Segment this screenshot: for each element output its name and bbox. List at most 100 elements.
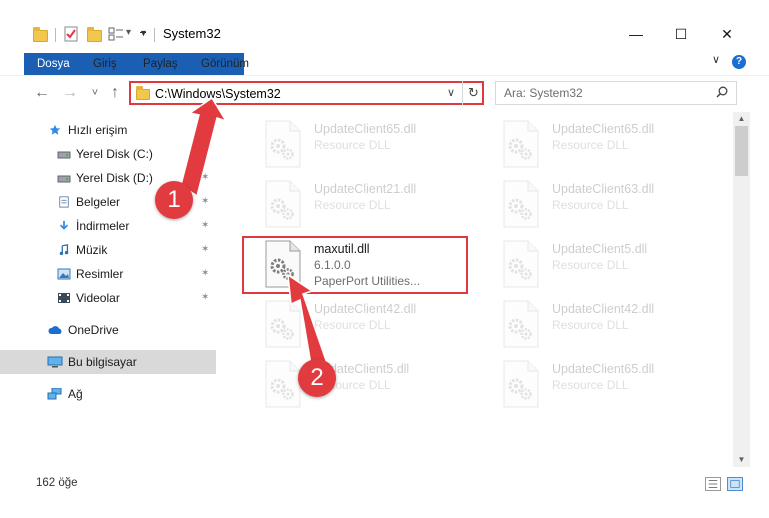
drive-icon	[57, 151, 71, 159]
close-button[interactable]: ✕	[717, 24, 737, 44]
sidebar-item-label: Belgeler	[76, 195, 121, 209]
computer-icon	[47, 356, 63, 368]
recent-locations-button[interactable]: ˅	[85, 84, 105, 104]
back-button[interactable]: ←	[32, 84, 52, 104]
drive-icon	[57, 175, 71, 183]
maximize-button[interactable]: ☐	[671, 24, 691, 44]
toolbar-dropdown-arrow[interactable]: ▼	[139, 28, 148, 44]
vertical-scrollbar[interactable]: ▲ ▼	[733, 112, 750, 467]
file-item[interactable]: UpdateClient63.dll Resource DLL	[480, 176, 700, 234]
file-name: UpdateClient21.dll	[314, 182, 417, 196]
sidebar-item-quick-access[interactable]: Hızlı erişim	[0, 118, 216, 142]
sidebar-item-label: Ağ	[68, 387, 83, 401]
up-button[interactable]: ↑	[105, 84, 125, 104]
search-box[interactable]	[495, 81, 737, 105]
highlight-box	[242, 236, 468, 294]
file-item[interactable]: UpdateClient42.dll Resource DLL	[242, 296, 462, 354]
file-type: Resource DLL	[552, 318, 629, 332]
sidebar-item-label: İndirmeler	[76, 219, 130, 233]
sidebar-item-pictures[interactable]: Resimler ✶	[0, 262, 216, 286]
forward-button[interactable]: →	[60, 84, 80, 104]
search-input[interactable]	[496, 82, 706, 104]
address-dropdown-icon[interactable]: ∨	[447, 86, 455, 99]
pin-icon[interactable]: ✶	[201, 190, 209, 214]
file-type: Resource DLL	[552, 258, 629, 272]
file-type: Resource DLL	[314, 138, 391, 152]
sidebar-item-this-pc[interactable]: Bu bilgisayar	[0, 350, 216, 374]
file-item[interactable]: UpdateClient42.dll Resource DLL	[480, 296, 700, 354]
dll-file-icon	[503, 180, 539, 228]
ribbon-tabs: Dosya Giriş Paylaş Görünüm ∨ ?	[0, 48, 769, 111]
dll-file-icon	[503, 360, 539, 408]
details-view-icon[interactable]	[705, 477, 721, 491]
file-item[interactable]: UpdateClient21.dll Resource DLL	[242, 176, 462, 234]
pictures-icon	[57, 268, 71, 280]
scroll-up-arrow[interactable]: ▲	[733, 112, 750, 126]
pin-icon[interactable]: ✶	[201, 142, 209, 166]
file-type: Resource DLL	[314, 198, 391, 212]
folder-icon	[33, 27, 48, 42]
navigation-pane: Hızlı erişim Yerel Disk (C:) ✶ Yerel Dis…	[0, 112, 218, 467]
help-icon[interactable]: ?	[732, 55, 746, 69]
address-path[interactable]: C:\Windows\System32	[155, 87, 281, 101]
sidebar-item-local-disk-c[interactable]: Yerel Disk (C:) ✶	[0, 142, 216, 166]
folder-icon	[136, 86, 150, 100]
pin-icon[interactable]: ✶	[201, 286, 209, 310]
tab-view[interactable]: Görünüm	[191, 53, 259, 75]
file-name: UpdateClient65.dll	[552, 122, 655, 136]
properties-icon[interactable]	[63, 26, 79, 42]
sidebar-item-network[interactable]: Ağ	[0, 382, 216, 406]
pin-icon[interactable]: ✶	[201, 214, 209, 238]
scroll-thumb[interactable]	[735, 126, 748, 176]
file-item[interactable]: UpdateClient65.dll Resource DLL	[480, 356, 700, 414]
ribbon-expand-icon[interactable]: ∨	[712, 53, 720, 66]
file-type: Resource DLL	[552, 138, 629, 152]
customize-icon[interactable]	[108, 26, 124, 42]
refresh-button[interactable]: ↻	[462, 81, 484, 105]
dll-file-icon	[503, 300, 539, 348]
sidebar-item-label: Yerel Disk (D:)	[76, 171, 153, 185]
address-bar[interactable]: C:\Windows\System32 ∨ ↻	[129, 81, 484, 105]
sidebar-item-videos[interactable]: Videolar ✶	[0, 286, 216, 310]
dll-file-icon	[265, 300, 301, 348]
sidebar-item-music[interactable]: Müzik ✶	[0, 238, 216, 262]
download-icon	[59, 220, 69, 230]
sidebar-item-label: Resimler	[76, 267, 124, 281]
new-folder-icon[interactable]	[87, 27, 102, 42]
search-icon[interactable]	[716, 86, 728, 98]
pin-icon[interactable]: ✶	[201, 262, 209, 286]
documents-icon	[59, 196, 69, 208]
item-count: 162 öğe	[36, 477, 78, 489]
network-icon	[47, 388, 62, 400]
sidebar-item-onedrive[interactable]: OneDrive	[0, 318, 216, 342]
file-item[interactable]: UpdateClient65.dll Resource DLL	[242, 116, 462, 174]
quick-access-dropdown[interactable]: ▾	[126, 27, 131, 43]
pin-icon[interactable]: ✶	[201, 238, 209, 262]
large-icons-view-icon[interactable]	[727, 477, 743, 491]
navigation-bar: ← → ˅ ↑ C:\Windows\System32 ∨ ↻	[0, 75, 769, 111]
tab-home[interactable]: Giriş	[83, 53, 127, 75]
dll-file-icon	[265, 120, 301, 168]
scroll-down-arrow[interactable]: ▼	[733, 453, 750, 467]
pin-icon[interactable]: ✶	[201, 166, 209, 190]
file-item[interactable]: UpdateClient5.dll Resource DLL	[242, 356, 462, 414]
file-name: UpdateClient42.dll	[314, 302, 417, 316]
file-item[interactable]: UpdateClient5.dll Resource DLL	[480, 236, 700, 294]
sidebar-item-label: Yerel Disk (C:)	[76, 147, 153, 161]
minimize-button[interactable]: —	[626, 24, 646, 44]
sidebar-item-label: OneDrive	[68, 323, 119, 337]
file-item[interactable]: UpdateClient65.dll Resource DLL	[480, 116, 700, 174]
toolbar-separator	[55, 28, 56, 42]
callout-2: 2	[298, 359, 336, 397]
file-name: UpdateClient63.dll	[552, 182, 655, 196]
title-bar: ▾ ▼ System32 — ☐ ✕	[0, 0, 769, 48]
dll-file-icon	[265, 180, 301, 228]
file-type: Resource DLL	[552, 378, 629, 392]
dll-file-icon	[503, 240, 539, 288]
star-icon	[49, 124, 61, 135]
file-name: UpdateClient5.dll	[552, 242, 648, 256]
music-icon	[59, 244, 69, 256]
tab-share[interactable]: Paylaş	[133, 53, 188, 75]
file-type: Resource DLL	[314, 318, 391, 332]
sidebar-item-downloads[interactable]: İndirmeler ✶	[0, 214, 216, 238]
